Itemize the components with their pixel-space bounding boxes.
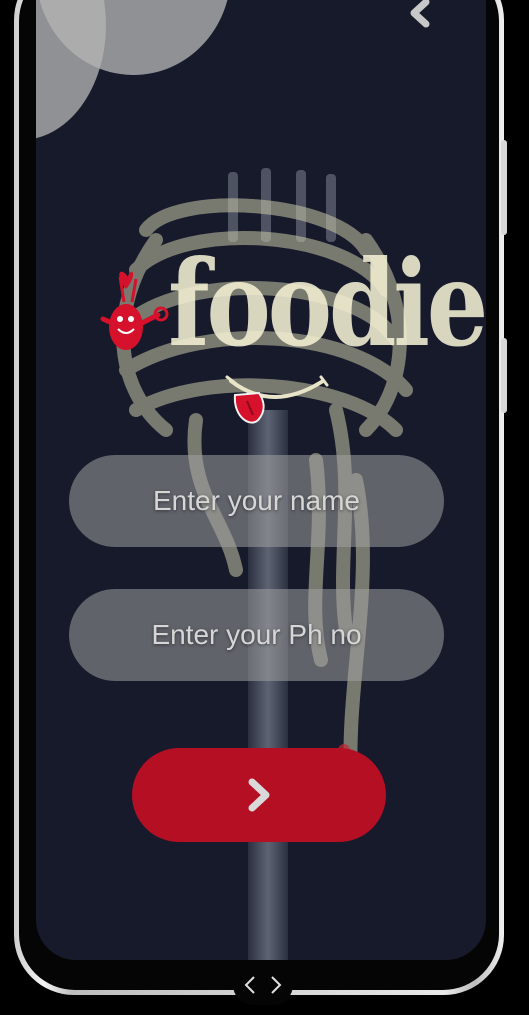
chevron-right-icon	[248, 778, 270, 812]
back-button[interactable]	[404, 0, 436, 32]
chevron-left-icon	[410, 0, 430, 28]
nav-back-button[interactable]	[241, 974, 259, 996]
decorative-circle	[36, 0, 106, 140]
logo-text: foodie	[168, 234, 486, 373]
submit-button[interactable]	[132, 748, 386, 842]
system-nav-bar	[233, 965, 293, 1005]
nav-forward-button[interactable]	[267, 974, 285, 996]
volume-button	[501, 140, 507, 235]
name-input[interactable]: Enter your name	[69, 455, 444, 547]
tongue-smile-icon	[225, 375, 329, 424]
name-input-placeholder: Enter your name	[153, 485, 360, 516]
phone-input-placeholder: Enter your Ph no	[151, 619, 362, 650]
phone-input[interactable]: Enter your Ph no	[69, 589, 444, 681]
power-button	[501, 338, 507, 413]
foodie-logo: foodie	[98, 245, 486, 435]
app-screen: foodie Enter your name Enter your Ph no	[36, 0, 486, 960]
chef-mascot-icon	[100, 271, 169, 350]
